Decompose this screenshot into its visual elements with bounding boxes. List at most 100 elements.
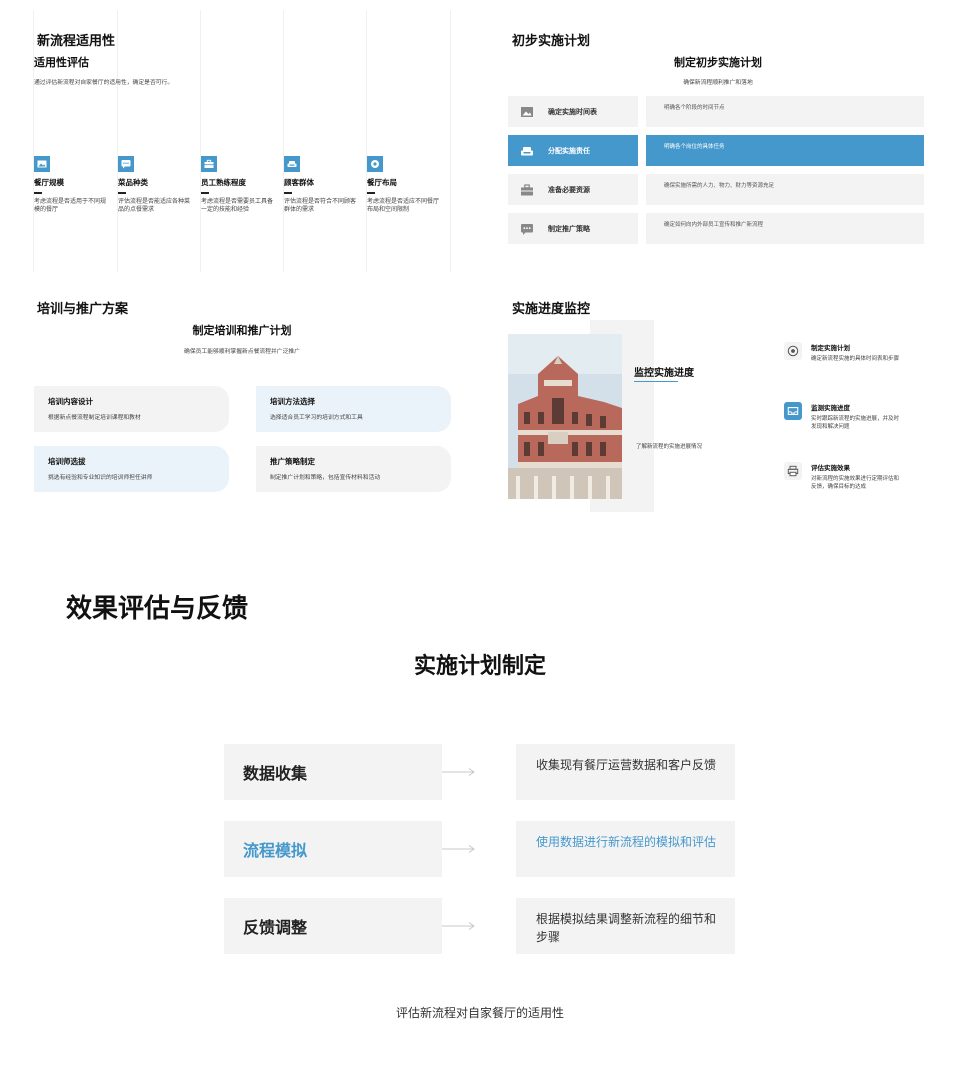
location-icon [367,156,383,172]
sofa-icon [284,156,300,172]
plan-row: 分配实施责任 明确各个岗位的具体任务 [508,135,924,166]
card-desc: 制定推广计划和策略，包括宣传材料和活动 [270,475,381,481]
plan-label-box: 准备必要资源 [508,174,638,205]
criterion-desc: 考虑流程是否需要员工具备一定的技能和经验 [201,197,274,214]
divider [201,192,209,194]
chat-icon [520,222,534,236]
plan-desc: 明确各个阶段的时间节点 [646,96,924,127]
briefcase-icon [520,183,534,197]
arrow-right-icon [442,768,475,776]
slide-title: 实施进度监控 [512,302,591,317]
training-card: 推广策略制定 制定推广计划和策略，包括宣传材料和活动 [256,446,451,492]
image-icon [520,105,534,119]
plan-row: 制定推广策略 确定如何向内外部员工宣传和推广新流程 [508,213,924,244]
slide-title: 新流程适用性 [37,34,116,49]
card-desc: 根据新点餐流程制定培训课程和教材 [48,415,141,421]
arrow-right-icon [442,922,475,930]
image-icon [34,156,50,172]
criterion-desc: 考虑流程是否适应不同餐厅布局和空间限制 [367,197,440,214]
item-desc: 实时跟踪新流程的实施进展，并及时发现和解决问题 [811,416,900,430]
step-label: 反馈调整 [224,898,442,954]
slide-evaluation-feedback: 效果评估与反馈 实施计划制定 数据收集 收集现有餐厅运营数据和客户反馈 流程模拟… [22,560,938,1080]
criterion-desc: 考虑流程是否适用于不同规模的餐厅 [34,197,107,214]
plan-desc: 明确各个岗位的具体任务 [646,135,924,166]
card-desc: 挑选有经验和专业知识的培训师担任讲师 [48,475,153,481]
criterion-name: 餐厅布局 [367,178,397,187]
slide-progress-monitoring: 实施进度监控 监控实施进度 了解新流程的实施进展情况 制定实施计划 确定新流程实… [498,282,938,530]
heading-underline [634,381,678,382]
criterion-name: 餐厅规模 [34,178,64,187]
criterion-desc: 评估流程是否能适应各种菜品的点餐需求 [118,197,191,214]
column-divider [366,10,367,272]
item-desc: 对新流程的实施效果进行定期评估和反馈，确保目标的达成 [811,476,900,490]
plan-label-box: 分配实施责任 [508,135,638,166]
divider [284,192,292,194]
criterion-item: 菜品种类 评估流程是否能适应各种菜品的点餐需求 [118,156,194,215]
plan-desc: 确定如何向内外部员工宣传和推广新流程 [646,213,924,244]
sofa-icon [520,144,534,158]
slide-subtitle: 适用性评估 [34,56,89,69]
criterion-item: 餐厅布局 考虑流程是否适应不同餐厅布局和空间限制 [367,156,443,215]
slide-training: 培训与推广方案 制定培训和推广计划 确保员工能够顺利掌握新点餐流程并广泛推广 培… [22,282,462,530]
slide-title: 培训与推广方案 [37,302,129,317]
monitor-description: 了解新流程的实施进展情况 [636,444,703,450]
column-divider [33,10,34,272]
plan-label-box: 确定实施时间表 [508,96,638,127]
plan-label: 分配实施责任 [548,146,590,155]
plan-label: 制定推广策略 [548,224,590,233]
slide-initial-plan: 初步实施计划 制定初步实施计划 确保新流程顺利推广和落地 确定实施时间表 明确各… [498,10,938,272]
item-title: 监测实施进度 [811,404,850,412]
item-title: 评估实施效果 [811,464,850,472]
card-desc: 选择适合员工学习的培训方式和工具 [270,415,363,421]
training-card: 培训方法选择 选择适合员工学习的培训方式和工具 [256,386,451,432]
plan-row: 确定实施时间表 明确各个阶段的时间节点 [508,96,924,127]
column-divider [450,10,451,272]
divider [367,192,375,194]
step-desc: 使用数据进行新流程的模拟和评估 [516,821,735,877]
step-desc: 根据模拟结果调整新流程的细节和步骤 [516,898,735,954]
slide-footer: 评估新流程对自家餐厅的适用性 [395,1006,564,1020]
target-icon [784,342,802,360]
slide-applicability: 新流程适用性 适用性评估 通过评估新流程对自家餐厅的适用性，确定是否可行。 餐厅… [22,10,462,272]
step-label: 流程模拟 [224,821,442,877]
printer-icon [784,462,802,480]
slide-heading: 制定培训和推广计划 [192,324,292,337]
criterion-desc: 评估流程是否符合不同顾客群体的需求 [284,197,357,214]
briefcase-icon [201,156,217,172]
criterion-name: 顾客群体 [284,178,314,187]
column-divider [117,10,118,272]
card-title: 培训师选拔 [48,457,86,466]
criterion-name: 菜品种类 [118,178,148,187]
item-title: 制定实施计划 [811,344,850,352]
arrow-right-icon [442,845,475,853]
column-divider [283,10,284,272]
training-card: 培训师选拔 挑选有经验和专业知识的培训师担任讲师 [34,446,229,492]
plan-label-box: 制定推广策略 [508,213,638,244]
slide-title: 效果评估与反馈 [66,594,249,624]
step-desc: 收集现有餐厅运营数据和客户反馈 [516,744,735,800]
slide-heading: 实施计划制定 [413,654,546,679]
column-divider [200,10,201,272]
slide-title: 初步实施计划 [512,34,591,49]
slide-subheading: 确保员工能够顺利掌握新点餐流程并广泛推广 [184,349,300,355]
step-label: 数据收集 [224,744,442,800]
slide-heading: 制定初步实施计划 [674,56,762,69]
plan-desc: 确保实施所需的人力、物力、财力等资源充足 [646,174,924,205]
slide-description: 通过评估新流程对自家餐厅的适用性，确定是否可行。 [34,80,174,86]
divider [118,192,126,194]
card-title: 培训方法选择 [270,397,315,406]
chat-icon [118,156,134,172]
training-card: 培训内容设计 根据新点餐流程制定培训课程和教材 [34,386,229,432]
item-desc: 确定新流程实施的具体时间表和步骤 [811,356,900,362]
plan-label: 准备必要资源 [548,185,590,194]
plan-row: 准备必要资源 确保实施所需的人力、物力、财力等资源充足 [508,174,924,205]
monitor-heading: 监控实施进度 [634,368,694,379]
criterion-item: 员工熟练程度 考虑流程是否需要员工具备一定的技能和经验 [201,156,277,215]
criterion-name: 员工熟练程度 [201,178,246,187]
slide-subheading: 确保新流程顺利推广和落地 [683,80,753,86]
plan-label: 确定实施时间表 [548,107,597,116]
card-title: 培训内容设计 [48,397,93,406]
card-title: 推广策略制定 [270,457,315,466]
divider [34,192,42,194]
criterion-item: 餐厅规模 考虑流程是否适用于不同规模的餐厅 [34,156,110,215]
